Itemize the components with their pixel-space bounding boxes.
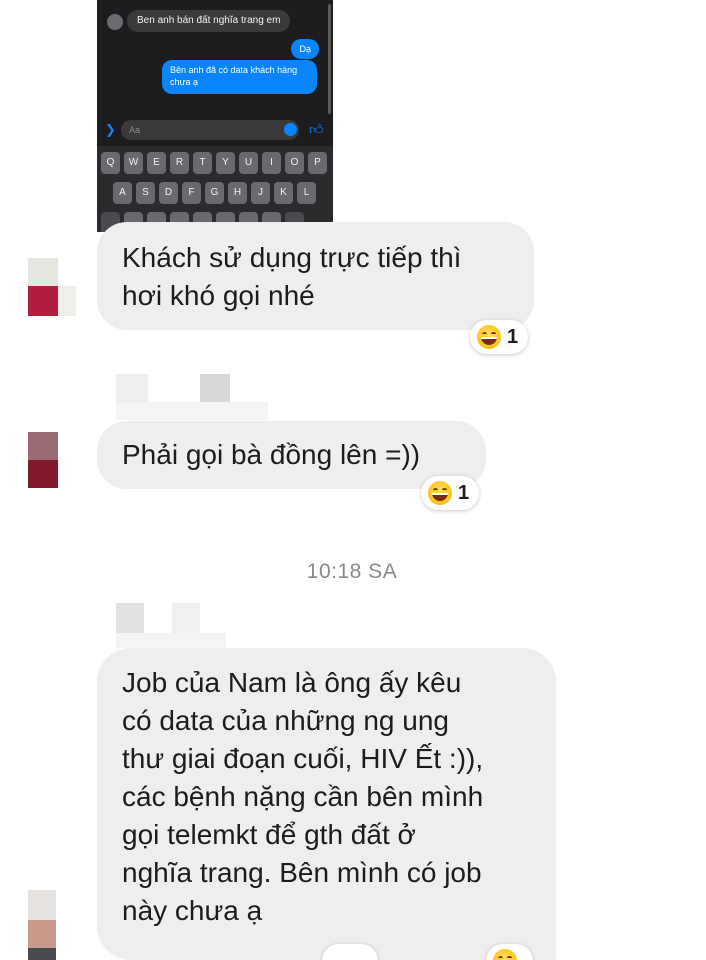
censored-avatar: [28, 920, 56, 948]
grinning-squint-emoji-icon: [493, 949, 517, 960]
grinning-squint-emoji-icon: [477, 325, 501, 349]
message-text: Phải gọi bà đồng lên =)): [122, 439, 421, 470]
key: I: [262, 152, 281, 174]
outgoing-message: Dạ: [291, 39, 319, 59]
message-input: Aa: [121, 120, 299, 140]
censored-avatar: [28, 890, 56, 920]
reaction-badge[interactable]: 1: [470, 320, 529, 354]
key: H: [228, 182, 247, 204]
reaction-badge[interactable]: 1: [421, 476, 480, 510]
reaction-badge[interactable]: [322, 944, 378, 960]
timestamp-text: 10:18 SA: [306, 560, 398, 583]
outgoing-message: Bên anh đã có data khách hàng chưa ạ: [162, 60, 317, 94]
key: D: [159, 182, 178, 204]
chevron-right-icon: ❯: [105, 122, 116, 137]
key: G: [205, 182, 224, 204]
key: A: [113, 182, 132, 204]
key: E: [147, 152, 166, 174]
key: Y: [216, 152, 235, 174]
censored-avatar: [28, 948, 56, 960]
key: Q: [101, 152, 120, 174]
reaction-badge[interactable]: [486, 944, 533, 960]
censored-name: [116, 374, 148, 402]
grinning-squint-emoji-icon: [428, 481, 452, 505]
key: J: [251, 182, 270, 204]
incoming-message: Ben anh bán đất nghĩa trang em: [127, 10, 291, 32]
key: F: [182, 182, 201, 204]
embedded-chat-screenshot: Ben anh bán đất nghĩa trang em Dạ Bên an…: [97, 0, 333, 232]
message-text: Job của Nam là ông ấy kêu có data của nh…: [122, 667, 484, 926]
scrollbar: [328, 4, 331, 114]
keyboard-row: A S D F G H J K L: [113, 182, 316, 204]
key: P: [308, 152, 327, 174]
censored-avatar: [28, 286, 58, 316]
reaction-count: 1: [507, 325, 519, 348]
censored-avatar: [28, 258, 58, 286]
avatar: [107, 14, 123, 30]
censored-avatar: [28, 432, 58, 460]
emoji-icon: [284, 123, 297, 136]
message-bubble[interactable]: Khách sử dụng trực tiếp thì hơi khó gọi …: [97, 222, 534, 330]
censored-avatar: [28, 460, 58, 488]
censored-name: [116, 603, 144, 633]
censored-name: [116, 633, 226, 648]
keyboard-row: Q W E R T Y U I O P: [101, 152, 327, 174]
censored-name: [200, 374, 230, 402]
key: T: [193, 152, 212, 174]
keyboard: Q W E R T Y U I O P A S D F G H J K L: [97, 146, 333, 232]
message-bubble[interactable]: Job của Nam là ông ấy kêu có data của nh…: [97, 648, 556, 960]
timestamp: 10:18 SA: [0, 560, 706, 584]
censored-avatar: [58, 286, 76, 316]
key: U: [239, 152, 258, 174]
censored-name: [116, 402, 268, 420]
censored-name: [172, 603, 200, 633]
reaction-count: 1: [458, 481, 470, 504]
key: W: [124, 152, 143, 174]
key: O: [285, 152, 304, 174]
key: S: [136, 182, 155, 204]
key: R: [170, 152, 189, 174]
message-text: Khách sử dụng trực tiếp thì hơi khó gọi …: [122, 242, 462, 311]
key: K: [274, 182, 293, 204]
key: L: [297, 182, 316, 204]
thumbs-up-icon: 👍︎: [309, 121, 324, 137]
message-composer: ❯ Aa 👍︎: [97, 118, 333, 144]
